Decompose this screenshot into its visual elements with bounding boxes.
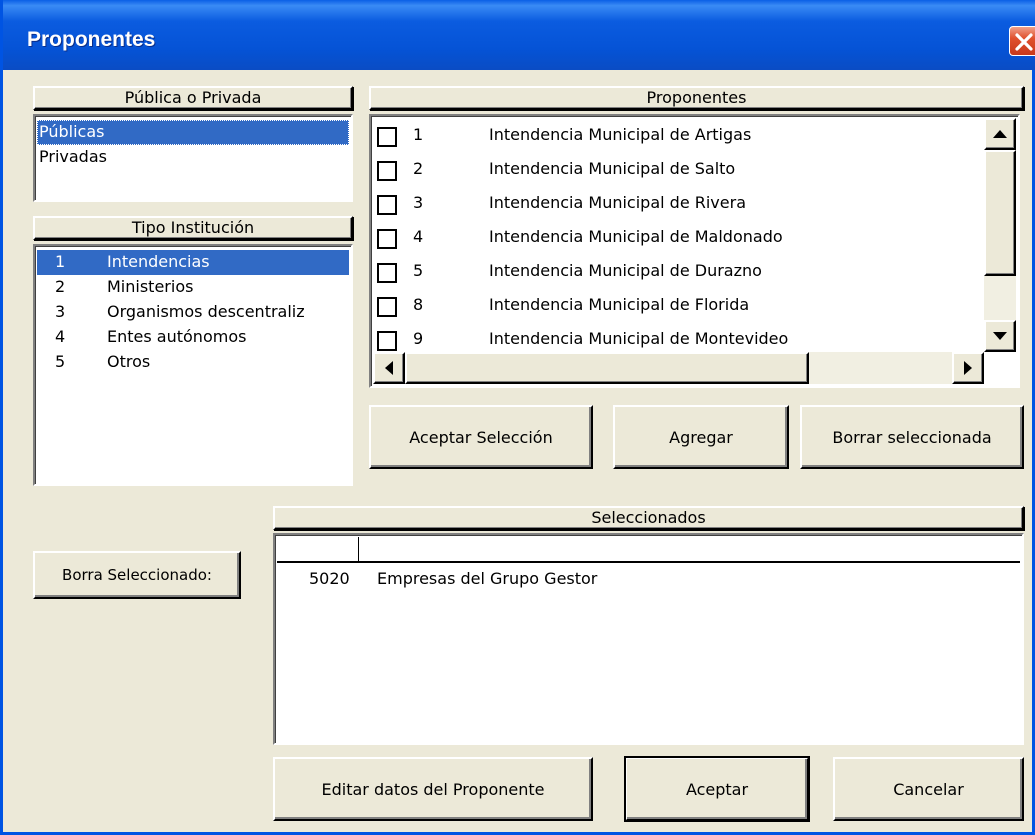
list-item-intendencias[interactable]: 1 Intendencias xyxy=(37,250,349,275)
tipo-num: 4 xyxy=(55,327,66,346)
tipo-label: Ministerios xyxy=(107,277,194,296)
column-header-name xyxy=(359,537,1020,563)
proponente-row[interactable]: 8 Intendencia Municipal de Florida xyxy=(375,288,985,322)
list-item-organismos[interactable]: 3 Organismos descentraliz xyxy=(37,300,349,325)
proponente-checkbox[interactable] xyxy=(377,263,397,283)
proponente-num: 5 xyxy=(413,261,424,280)
borra-seleccionado-button[interactable]: Borra Seleccionado: xyxy=(33,551,241,599)
list-item-privadas[interactable]: Privadas xyxy=(37,145,349,170)
proponente-name: Intendencia Municipal de Rivera xyxy=(489,193,746,212)
proponente-checkbox[interactable] xyxy=(377,297,397,317)
proponentes-listbox[interactable]: 1 Intendencia Municipal de Artigas 2 Int… xyxy=(369,114,1020,388)
publica-privada-header: Pública o Privada xyxy=(33,86,353,110)
list-item-ministerios[interactable]: 2 Ministerios xyxy=(37,275,349,300)
horizontal-scroll-thumb[interactable] xyxy=(405,352,809,384)
aceptar-button[interactable]: Aceptar xyxy=(624,756,810,822)
tipo-institucion-listbox[interactable]: 1 Intendencias 2 Ministerios 3 Organismo… xyxy=(33,244,353,486)
proponente-name: Intendencia Municipal de Maldonado xyxy=(489,227,783,246)
proponente-num: 8 xyxy=(413,295,424,314)
proponente-row[interactable]: 3 Intendencia Municipal de Rivera xyxy=(375,186,985,220)
proponente-num: 9 xyxy=(413,329,424,348)
proponente-name: Intendencia Municipal de Salto xyxy=(489,159,736,178)
proponente-checkbox[interactable] xyxy=(377,195,397,215)
seleccionados-listbox[interactable]: 5020 Empresas del Grupo Gestor xyxy=(273,533,1024,745)
tipo-num: 5 xyxy=(55,352,66,371)
proponente-checkbox[interactable] xyxy=(377,127,397,147)
proponente-row[interactable]: 5 Intendencia Municipal de Durazno xyxy=(375,254,985,288)
proponente-name: Intendencia Municipal de Florida xyxy=(489,295,750,314)
title-bar[interactable]: Proponentes xyxy=(3,0,1035,70)
arrow-down-icon xyxy=(993,332,1007,340)
vertical-scroll-thumb[interactable] xyxy=(984,150,1016,276)
selected-row[interactable]: 5020 Empresas del Grupo Gestor xyxy=(277,567,1020,595)
list-item-entes[interactable]: 4 Entes autónomos xyxy=(37,325,349,350)
tipo-label: Otros xyxy=(107,352,151,371)
tipo-num: 2 xyxy=(55,277,66,296)
proponente-num: 1 xyxy=(413,125,424,144)
horizontal-scrollbar[interactable] xyxy=(373,352,984,384)
proponente-row[interactable]: 9 Intendencia Municipal de Montevideo xyxy=(375,322,985,356)
proponentes-dialog: Proponentes Pública o Privada Públicas P… xyxy=(0,0,1035,835)
cancelar-button[interactable]: Cancelar xyxy=(833,757,1024,821)
publica-privada-listbox[interactable]: Públicas Privadas xyxy=(33,114,353,202)
proponente-row[interactable]: 1 Intendencia Municipal de Artigas xyxy=(375,118,985,152)
list-item-otros[interactable]: 5 Otros xyxy=(37,350,349,375)
tipo-label: Entes autónomos xyxy=(107,327,247,346)
proponente-num: 3 xyxy=(413,193,424,212)
list-item-publicas[interactable]: Públicas xyxy=(37,120,349,145)
aceptar-seleccion-button[interactable]: Aceptar Selección xyxy=(369,405,593,469)
editar-datos-button[interactable]: Editar datos del Proponente xyxy=(273,757,593,821)
vertical-scrollbar[interactable] xyxy=(984,118,1016,352)
tipo-label: Organismos descentraliz xyxy=(107,302,305,321)
proponente-name: Intendencia Municipal de Durazno xyxy=(489,261,762,280)
close-icon xyxy=(1015,33,1033,51)
agregar-button[interactable]: Agregar xyxy=(613,405,789,469)
proponentes-header: Proponentes xyxy=(369,86,1024,110)
proponente-num: 2 xyxy=(413,159,424,178)
scroll-down-button[interactable] xyxy=(984,320,1016,352)
borrar-seleccionada-button[interactable]: Borrar seleccionada xyxy=(800,405,1024,469)
close-button[interactable] xyxy=(1009,26,1035,56)
arrow-up-icon xyxy=(993,130,1007,138)
proponente-row[interactable]: 2 Intendencia Municipal de Salto xyxy=(375,152,985,186)
tipo-num: 1 xyxy=(55,252,66,271)
column-header-code xyxy=(277,537,359,563)
proponente-checkbox[interactable] xyxy=(377,161,397,181)
selected-code: 5020 xyxy=(309,569,350,588)
proponente-checkbox[interactable] xyxy=(377,229,397,249)
arrow-right-icon xyxy=(964,361,972,375)
scroll-up-button[interactable] xyxy=(984,118,1016,150)
arrow-left-icon xyxy=(385,361,393,375)
scroll-left-button[interactable] xyxy=(373,352,405,384)
proponente-row[interactable]: 4 Intendencia Municipal de Maldonado xyxy=(375,220,985,254)
selected-name: Empresas del Grupo Gestor xyxy=(377,569,598,588)
tipo-label: Intendencias xyxy=(107,252,210,271)
proponente-name: Intendencia Municipal de Montevideo xyxy=(489,329,789,348)
seleccionados-header: Seleccionados xyxy=(273,506,1024,530)
window-title: Proponentes xyxy=(27,28,156,51)
scroll-right-button[interactable] xyxy=(952,352,984,384)
proponente-num: 4 xyxy=(413,227,424,246)
tipo-institucion-header: Tipo Institución xyxy=(33,216,353,240)
proponente-checkbox[interactable] xyxy=(377,331,397,351)
tipo-num: 3 xyxy=(55,302,66,321)
proponente-name: Intendencia Municipal de Artigas xyxy=(489,125,752,144)
